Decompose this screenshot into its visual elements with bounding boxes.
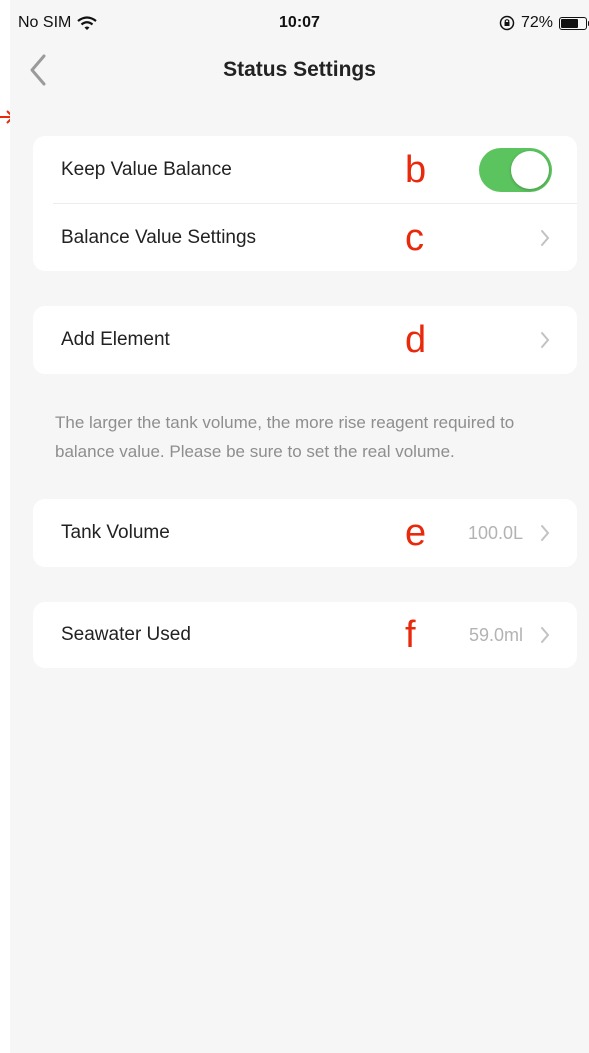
seawater-used-label: Seawater Used (61, 624, 191, 645)
battery-icon (559, 16, 589, 30)
keep-value-balance-row: Keep Value Balance b (33, 136, 577, 204)
chevron-right-icon (541, 627, 550, 643)
balance-value-settings-label: Balance Value Settings (61, 227, 257, 248)
status-bar: No SIM 10:07 72% (10, 0, 589, 44)
balance-value-settings-row[interactable]: Balance Value Settings c (33, 204, 577, 272)
chevron-right-icon (541, 230, 550, 246)
chevron-right-icon (541, 525, 550, 541)
balance-card: Keep Value Balance b Balance Value Setti… (33, 136, 577, 271)
keep-value-balance-toggle[interactable] (479, 148, 552, 192)
phone-screen: No SIM 10:07 72% Status Settings Keep Va… (10, 0, 589, 1053)
seawater-used-row[interactable]: Seawater Used f 59.0ml (33, 602, 577, 668)
annotation-d: d (405, 319, 427, 361)
annotation-f: f (405, 614, 416, 656)
add-element-row[interactable]: Add Element d (33, 306, 577, 374)
battery-percent: 72% (520, 14, 553, 31)
annotation-e: e (405, 512, 427, 554)
tank-volume-note: The larger the tank volume, the more ris… (55, 413, 515, 461)
tank-volume-card: Tank Volume e 100.0L (33, 499, 577, 567)
navigation-bar: Status Settings (10, 44, 589, 96)
seawater-used-value: 59.0ml (468, 624, 523, 645)
page-title: Status Settings (223, 58, 376, 81)
seawater-used-card: Seawater Used f 59.0ml (33, 602, 577, 668)
tank-volume-row[interactable]: Tank Volume e 100.0L (33, 499, 577, 567)
add-element-label: Add Element (61, 329, 170, 350)
orientation-lock-icon (499, 15, 515, 31)
keep-value-balance-label: Keep Value Balance (61, 159, 232, 180)
annotation-b: b (405, 149, 427, 191)
battery-fill (561, 18, 578, 28)
toggle-knob (511, 151, 549, 189)
tank-volume-label: Tank Volume (61, 522, 170, 543)
chevron-right-icon (541, 332, 550, 348)
annotation-c: c (405, 217, 424, 259)
tank-volume-value: 100.0L (467, 522, 523, 543)
battery-area: 72% (499, 14, 589, 32)
add-element-card: Add Element d (33, 306, 577, 374)
